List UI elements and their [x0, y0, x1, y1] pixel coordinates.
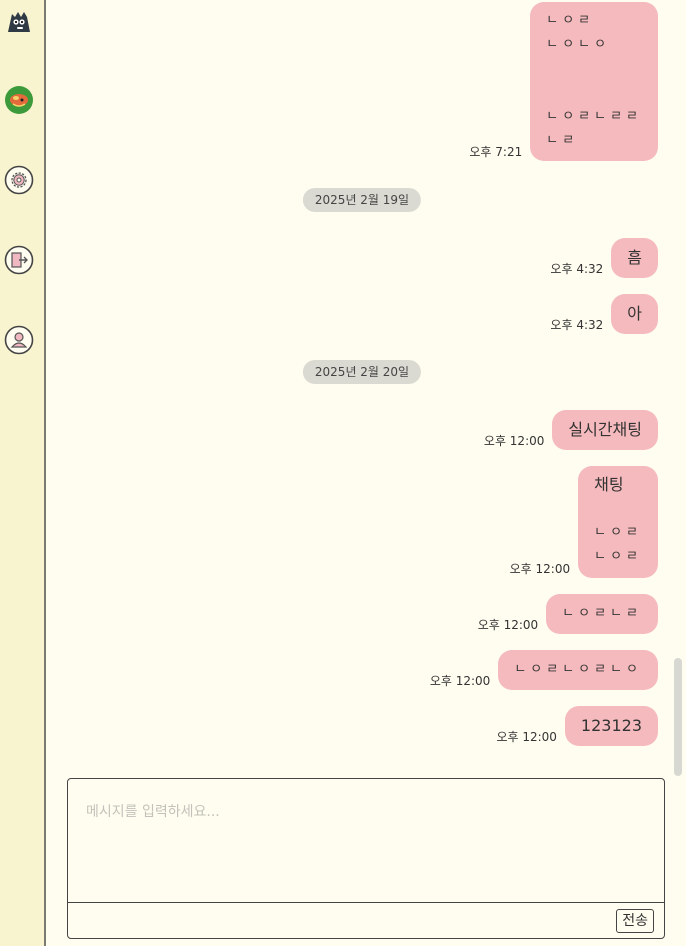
- message-line: [594, 497, 642, 521]
- message-bubble[interactable]: 실시간채팅: [552, 410, 658, 450]
- message-bubble[interactable]: ㄴㅇㄹ ㄴㅇㄴㅇ ㄴㅇㄹㄴㄹㄹ ㄴㄹ: [530, 2, 658, 161]
- message-line: ㄴㅇㄹ: [594, 549, 642, 564]
- message-time: 오후 12:00: [509, 562, 571, 576]
- message-bubble[interactable]: ㄴㅇㄹㄴㅇㄹㄴㅇ: [498, 650, 658, 690]
- chat-area: 오후 7:21 ㄴㅇㄹ ㄴㅇㄴㅇ ㄴㅇㄹㄴㄹㄹ ㄴㄹ 2025년 2월 19일 …: [46, 0, 686, 770]
- message-row: 오후 12:00 채팅 ㄴㅇㄹ ㄴㅇㄹ: [510, 466, 658, 578]
- message-line: ㄴㅇㄹ: [546, 12, 595, 28]
- message-row: 오후 7:21 ㄴㅇㄹ ㄴㅇㄴㅇ ㄴㅇㄹㄴㄹㄹ ㄴㄹ: [469, 2, 658, 161]
- message-line: 채팅: [594, 475, 624, 494]
- message-row: 오후 12:00 실시간채팅: [484, 410, 658, 450]
- message-time: 오후 7:21: [469, 145, 523, 159]
- message-line: 아: [627, 304, 642, 323]
- composer-divider: [68, 902, 664, 903]
- message-line: [546, 81, 642, 105]
- message-time: 오후 12:00: [483, 434, 545, 448]
- message-time: 오후 12:00: [496, 730, 557, 744]
- message-line: 실시간채팅: [568, 420, 642, 439]
- message-time: 오후 12:00: [429, 674, 491, 688]
- message-line: ㄴㅇㄴㅇ: [546, 36, 611, 52]
- settings-icon[interactable]: [3, 164, 35, 196]
- message-line: ㄴㅇㄹㄴㄹ: [562, 606, 642, 621]
- message-line: 흠: [627, 248, 642, 267]
- message-row: 오후 12:00 ㄴㅇㄹㄴㅇㄹㄴㅇ: [430, 650, 658, 690]
- message-bubble[interactable]: 흠: [611, 238, 658, 278]
- message-bubble[interactable]: 채팅 ㄴㅇㄹ ㄴㅇㄹ: [578, 466, 658, 578]
- message-bubble[interactable]: ㄴㅇㄹㄴㄹ: [546, 594, 658, 634]
- message-row: 오후 12:00 ㄴㅇㄹㄴㄹ: [478, 594, 658, 634]
- profile-icon[interactable]: [3, 324, 35, 356]
- chat-scrollbar[interactable]: [674, 658, 682, 776]
- message-line: ㄴㅇㄹ: [594, 525, 642, 540]
- message-input[interactable]: [68, 779, 664, 902]
- date-separator: 2025년 2월 20일: [302, 360, 422, 384]
- send-button[interactable]: 전송: [616, 909, 654, 933]
- message-row: 오후 4:32 흠: [550, 238, 658, 278]
- message-row: 오후 4:32 아: [550, 294, 658, 334]
- message-time: 오후 4:32: [550, 318, 604, 332]
- message-bubble[interactable]: 아: [611, 294, 658, 334]
- message-row: 오후 12:00 123123: [496, 706, 658, 746]
- avatar[interactable]: [3, 84, 35, 116]
- message-time: 오후 12:00: [477, 618, 539, 632]
- logout-icon[interactable]: [3, 244, 35, 276]
- message-composer: 전송: [67, 778, 665, 939]
- message-time: 오후 4:32: [550, 262, 604, 276]
- message-bubble[interactable]: 123123: [564, 706, 658, 746]
- date-separator: 2025년 2월 19일: [302, 188, 422, 212]
- message-line: 123123: [580, 716, 642, 735]
- sidebar: [0, 0, 46, 946]
- message-line: ㄴㅇㄹㄴㄹㄹ: [546, 108, 642, 124]
- message-line: ㄴㅇㄹㄴㅇㄹㄴㅇ: [514, 662, 642, 677]
- message-line: [546, 57, 642, 81]
- message-line: ㄴㄹ: [546, 132, 579, 148]
- logo-icon[interactable]: [3, 6, 35, 38]
